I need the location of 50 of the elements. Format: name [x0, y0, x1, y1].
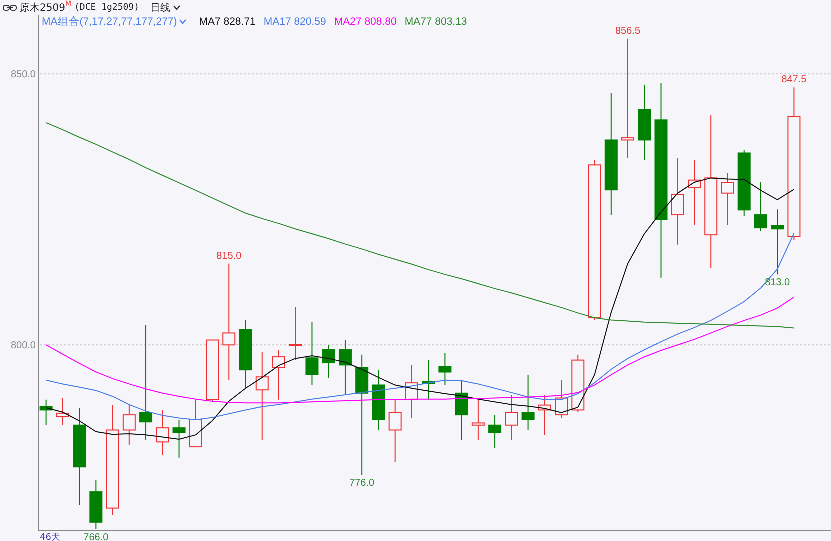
- legend-value: MA27 808.80: [334, 16, 397, 28]
- candlestick: [122, 404, 136, 446]
- candlestick: [405, 364, 418, 419]
- price-label: 815.0: [216, 250, 242, 262]
- candlestick: [472, 399, 485, 440]
- legend-value: MA17 820.59: [264, 16, 326, 28]
- candlestick: [156, 410, 170, 456]
- candlestick: [754, 182, 768, 232]
- candlestick: [372, 370, 386, 431]
- candlestick: [438, 352, 452, 386]
- axis-label: 800.0: [10, 340, 36, 352]
- candlestick: [56, 398, 70, 426]
- candlestick: [522, 374, 535, 431]
- price-label: 813.0: [765, 278, 790, 289]
- candlestick: [388, 399, 402, 463]
- candlestick: [721, 172, 734, 226]
- link-icon[interactable]: [3, 4, 17, 12]
- axis-label: 850.0: [10, 70, 36, 81]
- price-label: 847.5: [782, 74, 807, 86]
- price-label: 856.5: [616, 26, 641, 37]
- price-label: 776.0: [350, 478, 375, 490]
- candlestick: [40, 399, 53, 426]
- candlestick: [189, 399, 202, 448]
- candlestick: [272, 350, 286, 400]
- legend-value: MA77 803.13: [404, 16, 468, 28]
- candlestick: [455, 380, 468, 440]
- candlestick: [422, 360, 436, 400]
- legend-value: MA7 828.71: [199, 16, 256, 28]
- candlestick: [572, 354, 585, 413]
- candlestick: [239, 320, 252, 388]
- candlestick: [505, 394, 518, 440]
- candlestick: [289, 306, 302, 361]
- candlestick: [172, 419, 186, 458]
- candlestick: [90, 480, 103, 530]
- candlestick: [738, 149, 751, 217]
- candlestick: [771, 209, 784, 276]
- candlestick: [488, 414, 502, 449]
- exchange-label: (DCE 1g2509): [74, 2, 140, 12]
- period-dropdown[interactable]: 日线: [142, 0, 181, 14]
- indicator-dropdown[interactable]: MA组合(7,17,27,77,177,277): [42, 15, 188, 29]
- candlestick: [538, 394, 552, 436]
- candlestick: [206, 340, 219, 403]
- candlestick: [555, 380, 568, 419]
- day-count-label: 46天: [40, 533, 60, 541]
- candlestick: [322, 344, 336, 379]
- candlestick: [338, 340, 352, 396]
- symbol-label: 原木2509$^{M}$: [20, 0, 72, 14]
- candlestick: [306, 322, 319, 386]
- candlestick: [688, 160, 701, 226]
- price-label: 766.0: [84, 532, 109, 541]
